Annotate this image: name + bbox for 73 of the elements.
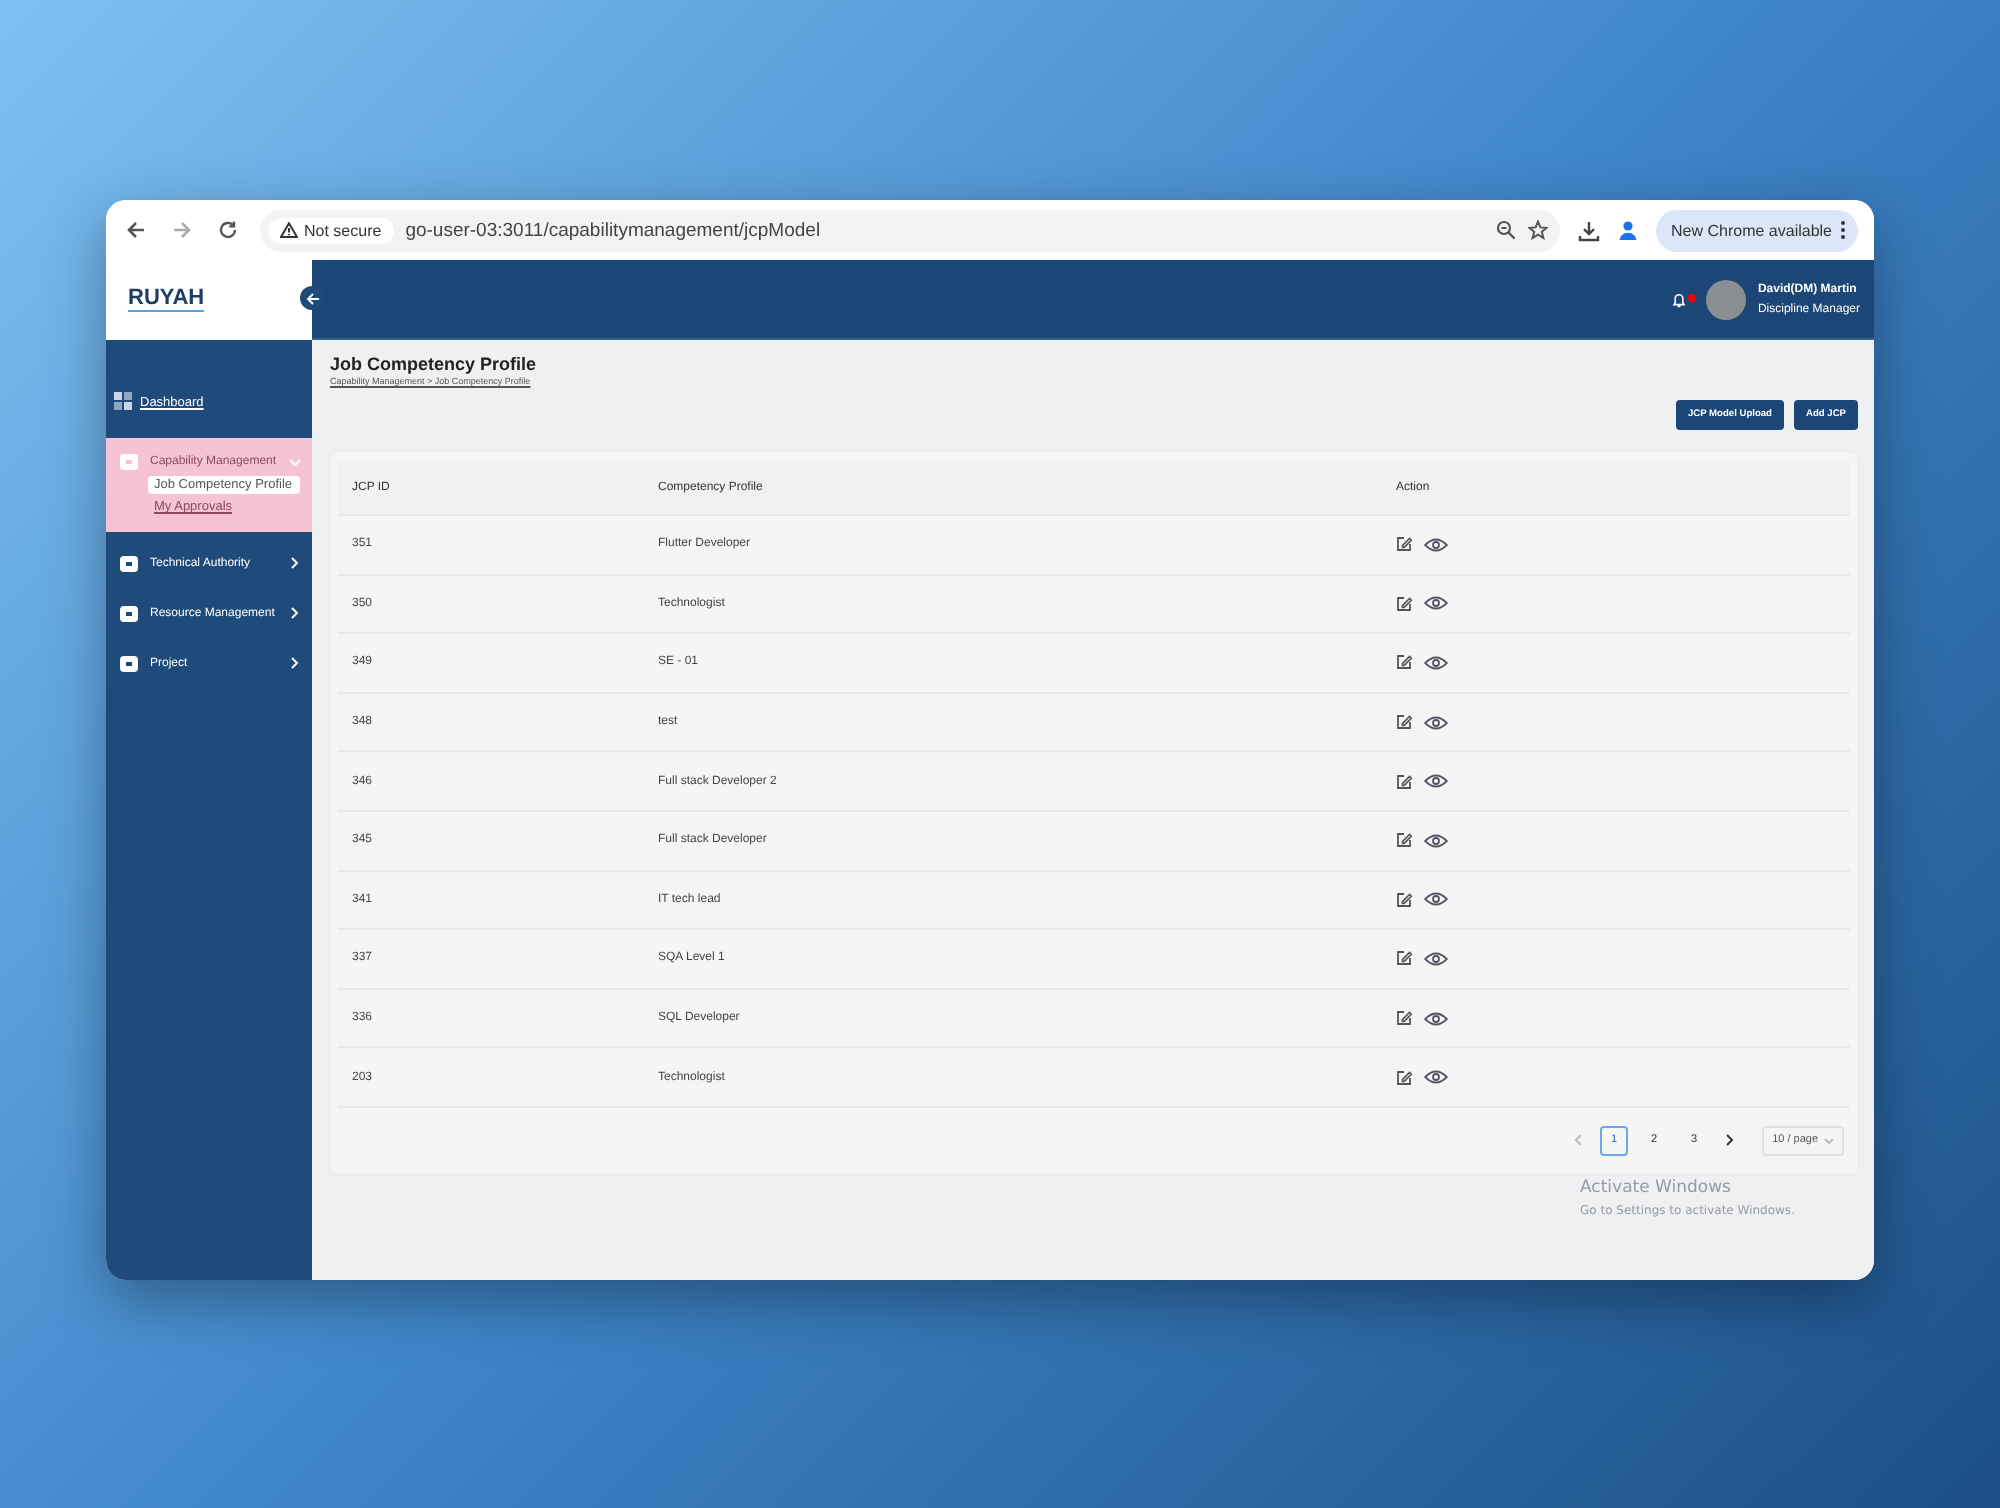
chevron-right-icon — [290, 606, 300, 620]
left-arrow-icon — [305, 291, 319, 305]
edit-icon — [1396, 950, 1412, 967]
avatar[interactable] — [1705, 279, 1746, 319]
view-button[interactable] — [1424, 537, 1448, 552]
page-title: Job Competency Profile — [330, 354, 539, 376]
eye-icon — [1424, 1070, 1448, 1085]
eye-icon — [1424, 715, 1448, 730]
eye-icon — [1424, 951, 1448, 966]
eye-icon — [1424, 892, 1448, 907]
profile-icon[interactable] — [1617, 220, 1638, 240]
edit-button[interactable] — [1396, 654, 1412, 671]
edit-button[interactable] — [1396, 536, 1412, 553]
chevron-down-icon — [288, 457, 303, 467]
view-button[interactable] — [1424, 892, 1448, 907]
edit-button[interactable] — [1396, 950, 1412, 967]
edit-button[interactable] — [1396, 1069, 1412, 1086]
chevron-right-icon — [290, 656, 300, 670]
view-button[interactable] — [1424, 596, 1448, 611]
edit-icon — [1396, 714, 1412, 731]
download-icon[interactable] — [1577, 219, 1600, 241]
eye-icon — [1424, 655, 1448, 670]
kebab-menu-icon — [1840, 220, 1846, 240]
reload-icon — [218, 220, 238, 240]
caret-icon — [1824, 1137, 1834, 1144]
eye-icon — [1424, 833, 1448, 848]
collapse-sidebar-button[interactable] — [300, 286, 324, 310]
chevron-right-icon — [1726, 1134, 1735, 1147]
app-logo: RUYAH — [128, 288, 205, 312]
eye-icon — [1424, 1011, 1448, 1026]
edit-icon — [1396, 536, 1412, 553]
edit-button[interactable] — [1396, 773, 1412, 790]
eye-icon — [1424, 596, 1448, 611]
module-icon — [120, 454, 138, 470]
edit-icon — [1396, 891, 1412, 908]
reload-button[interactable] — [214, 216, 242, 244]
view-button[interactable] — [1424, 1070, 1448, 1085]
edit-icon — [1396, 654, 1412, 671]
edit-icon — [1396, 595, 1412, 612]
forward-arrow-icon — [172, 220, 192, 240]
eye-icon — [1424, 774, 1448, 789]
security-chip[interactable]: Not secure — [268, 217, 394, 243]
star-icon[interactable] — [1527, 220, 1548, 240]
activation-notice-title: Activate Windows — [1580, 1178, 1733, 1198]
back-arrow-icon — [126, 220, 146, 240]
view-button[interactable] — [1424, 833, 1448, 848]
module-icon — [120, 655, 138, 671]
update-chrome-button[interactable]: New Chrome available — [1655, 209, 1858, 251]
address-bar[interactable]: Not secure go-user-03:3011/capabilitymanagement/jcpModel — [260, 209, 1560, 251]
dashboard-grid-icon — [114, 392, 132, 412]
edit-icon — [1396, 1010, 1412, 1027]
edit-button[interactable] — [1396, 891, 1412, 908]
edit-button[interactable] — [1396, 595, 1412, 612]
edit-button[interactable] — [1396, 1010, 1412, 1027]
view-button[interactable] — [1424, 1011, 1448, 1026]
module-icon — [120, 555, 138, 571]
eye-icon — [1424, 537, 1448, 552]
edit-button[interactable] — [1396, 832, 1412, 849]
view-button[interactable] — [1424, 951, 1448, 966]
edit-icon — [1396, 1069, 1412, 1086]
view-button[interactable] — [1424, 715, 1448, 730]
bell-icon[interactable] — [1671, 291, 1686, 307]
edit-icon — [1396, 832, 1412, 849]
chevron-right-icon — [290, 556, 300, 570]
zoom-icon[interactable] — [1495, 220, 1516, 240]
module-icon — [120, 605, 138, 621]
view-button[interactable] — [1424, 655, 1448, 670]
view-button[interactable] — [1424, 774, 1448, 789]
chevron-left-icon — [1574, 1134, 1583, 1147]
warning-icon — [280, 222, 298, 238]
edit-button[interactable] — [1396, 714, 1412, 731]
edit-icon — [1396, 773, 1412, 790]
url-text: go-user-03:3011/capabilitymanagement/jcpModel — [405, 219, 823, 241]
